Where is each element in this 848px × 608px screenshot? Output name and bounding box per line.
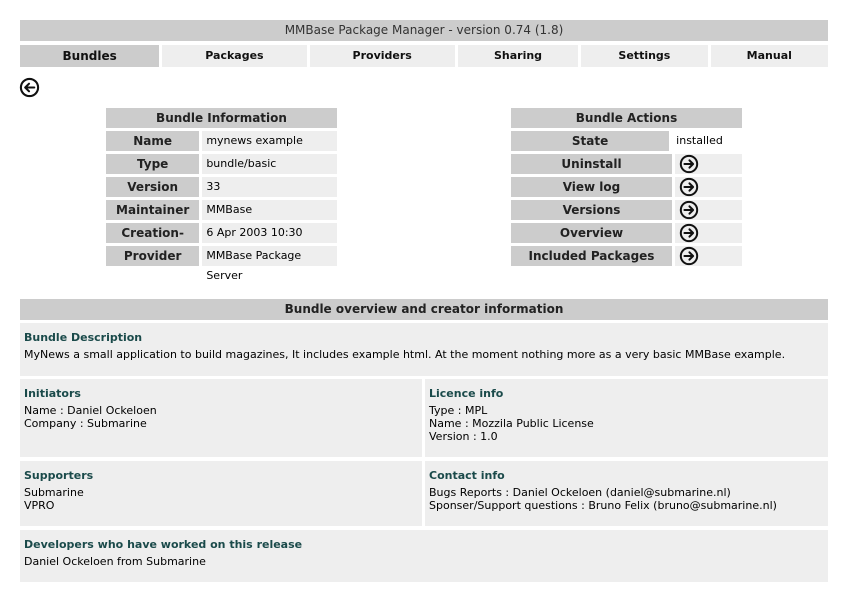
info-label: Creation-Date xyxy=(106,223,200,260)
supporters-panel: Supporters Submarine VPRO xyxy=(20,461,422,526)
info-value: mynews example xyxy=(202,131,337,151)
action-row-overview: Overview xyxy=(511,223,742,243)
action-label: View log xyxy=(511,177,672,197)
info-row-provider: Provider MMBase Package Server xyxy=(106,246,337,282)
tab-sharing[interactable]: Sharing xyxy=(457,45,579,67)
bundle-actions-table: Bundle Actions State installed Uninstall… xyxy=(511,108,742,266)
contact-line: Sponser/Support questions : Bruno Felix … xyxy=(429,499,777,512)
go-arrow-icon[interactable] xyxy=(679,177,699,197)
go-arrow-icon[interactable] xyxy=(679,200,699,220)
supporters-title: Supporters xyxy=(24,469,94,482)
description-panel: Bundle Description MyNews a small applic… xyxy=(20,323,828,376)
action-row-view-log: View log xyxy=(511,177,742,197)
tab-settings[interactable]: Settings xyxy=(581,45,708,67)
initiators-line: Name : Daniel Ockeloen xyxy=(24,404,157,417)
info-label: Name xyxy=(106,131,200,151)
action-row-uninstall: Uninstall xyxy=(511,154,742,174)
action-cell xyxy=(675,154,742,174)
supporters-line: Submarine xyxy=(24,486,84,499)
developers-panel: Developers who have worked on this relea… xyxy=(20,530,828,582)
action-label: Included Packages xyxy=(511,246,672,266)
bundle-actions-heading: Bundle Actions xyxy=(511,108,742,128)
description-text: MyNews a small application to build maga… xyxy=(24,348,786,361)
info-row-maintainer: Maintainer MMBase xyxy=(106,200,337,220)
info-value: MMBase Package Server xyxy=(202,246,337,282)
initiators-panel: Initiators Name : Daniel Ockeloen Company… xyxy=(20,379,422,457)
info-row-type: Type bundle/basic xyxy=(106,154,337,174)
tab-bundles[interactable]: Bundles xyxy=(20,45,160,67)
info-value: bundle/basic xyxy=(202,154,337,174)
licence-title: Licence info xyxy=(429,387,504,400)
overview-heading: Bundle overview and creator information xyxy=(20,299,828,320)
go-arrow-icon[interactable] xyxy=(679,246,699,266)
page-title: MMBase Package Manager - version 0.74 (1… xyxy=(20,20,828,41)
action-cell xyxy=(675,246,742,266)
action-cell xyxy=(675,200,742,220)
supporters-line: VPRO xyxy=(24,499,55,512)
action-label: Uninstall xyxy=(511,154,672,174)
info-row-name: Name mynews example xyxy=(106,131,337,151)
info-label: Type xyxy=(106,154,200,174)
tab-providers[interactable]: Providers xyxy=(309,45,455,67)
main-nav: Bundles Packages Providers Sharing Settings M… xyxy=(20,45,828,67)
info-row-version: Version 33 xyxy=(106,177,337,197)
info-label: Maintainer xyxy=(106,200,200,220)
back-arrow-icon[interactable] xyxy=(19,77,40,98)
info-value: 6 Apr 2003 10:30 xyxy=(202,223,337,243)
state-row: State installed xyxy=(511,131,742,151)
developers-line: Daniel Ockeloen from Submarine xyxy=(24,555,206,568)
contact-panel: Contact info Bugs Reports : Daniel Ockel… xyxy=(425,461,828,526)
licence-line: Type : MPL xyxy=(429,404,488,417)
action-row-included-packages: Included Packages xyxy=(511,246,742,266)
bundle-information-table: Bundle Information Name mynews example Typ… xyxy=(106,108,337,282)
action-cell xyxy=(675,223,742,243)
tab-manual[interactable]: Manual xyxy=(710,45,828,67)
action-row-versions: Versions xyxy=(511,200,742,220)
go-arrow-icon[interactable] xyxy=(679,223,699,243)
action-cell xyxy=(675,177,742,197)
info-value: 33 xyxy=(202,177,337,197)
initiators-title: Initiators xyxy=(24,387,81,400)
info-row-creation-date: Creation-Date6 Apr 2003 10:30 xyxy=(106,223,337,260)
developers-title: Developers who have worked on this relea… xyxy=(24,538,303,551)
contact-title: Contact info xyxy=(429,469,505,482)
contact-line: Bugs Reports : Daniel Ockeloen (daniel@s… xyxy=(429,486,731,499)
state-value: installed xyxy=(672,131,742,151)
licence-panel: Licence info Type : MPL Name : Mozzila Pu… xyxy=(425,379,828,457)
state-label: State xyxy=(511,131,670,151)
action-label: Versions xyxy=(511,200,672,220)
tab-packages[interactable]: Packages xyxy=(162,45,307,67)
description-title: Bundle Description xyxy=(24,331,143,344)
info-value: MMBase xyxy=(202,200,337,220)
licence-line: Name : Mozzila Public License xyxy=(429,417,594,430)
licence-line: Version : 1.0 xyxy=(429,430,498,443)
bundle-information-heading: Bundle Information xyxy=(106,108,337,128)
info-label: Provider xyxy=(106,246,200,266)
action-label: Overview xyxy=(511,223,672,243)
go-arrow-icon[interactable] xyxy=(679,154,699,174)
info-label: Version xyxy=(106,177,200,197)
initiators-line: Company : Submarine xyxy=(24,417,147,430)
